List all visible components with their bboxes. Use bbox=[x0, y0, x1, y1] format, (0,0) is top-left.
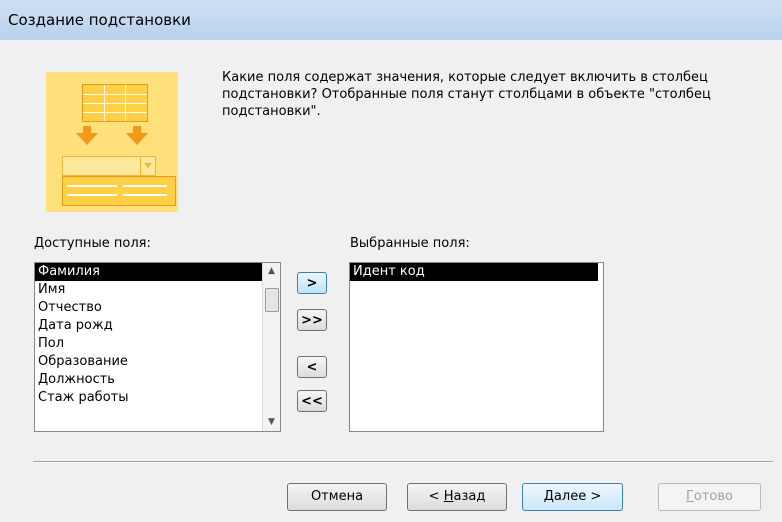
dropdown-list-icon bbox=[62, 176, 176, 206]
available-field-item[interactable]: Отчество bbox=[35, 299, 262, 317]
cancel-button-label: Отмена bbox=[310, 489, 364, 504]
add-all-fields-button[interactable]: >> bbox=[297, 309, 327, 331]
selected-fields-label: Выбранные поля: bbox=[350, 236, 470, 251]
scroll-thumb[interactable] bbox=[265, 288, 279, 312]
finish-button: Готово bbox=[658, 483, 761, 511]
window-title: Создание подстановки bbox=[8, 11, 191, 29]
table-grid-icon bbox=[82, 84, 148, 122]
combo-box-icon bbox=[62, 156, 156, 176]
finish-button-accelerator: Г bbox=[685, 489, 694, 504]
footer-separator bbox=[33, 461, 773, 463]
selected-fields-list[interactable]: Идент код bbox=[349, 262, 604, 432]
remove-all-fields-button[interactable]: << bbox=[297, 390, 327, 412]
add-field-button[interactable]: > bbox=[297, 272, 327, 294]
available-field-item[interactable]: Должность bbox=[35, 371, 262, 389]
available-fields-label: Доступные поля: bbox=[34, 236, 151, 251]
available-field-item[interactable]: Фамилия bbox=[35, 263, 262, 281]
cancel-button[interactable]: Отмена bbox=[287, 483, 387, 511]
remove-field-button[interactable]: < bbox=[297, 356, 327, 378]
next-button-accelerator: Д bbox=[543, 489, 554, 504]
available-field-item[interactable]: Стаж работы bbox=[35, 389, 262, 407]
back-button-prefix: < bbox=[428, 489, 444, 504]
next-button-rest: алее > bbox=[553, 489, 602, 504]
lookup-wizard-illustration bbox=[46, 72, 178, 212]
finish-button-rest: отово bbox=[693, 489, 734, 504]
available-field-item[interactable]: Имя bbox=[35, 281, 262, 299]
title-bar[interactable]: Создание подстановки bbox=[0, 0, 782, 40]
available-field-item[interactable]: Пол bbox=[35, 335, 262, 353]
back-button[interactable]: < Назад bbox=[407, 483, 507, 511]
available-fields-scrollbar[interactable]: ▲ ▼ bbox=[262, 263, 280, 431]
available-fields-list[interactable]: Фамилия Имя Отчество Дата рожд Пол Образовани… bbox=[34, 262, 281, 432]
wizard-question: Какие поля содержат значения, которые сл… bbox=[222, 70, 711, 119]
selected-field-item[interactable]: Идент код bbox=[350, 263, 598, 281]
back-button-rest: азад bbox=[453, 489, 486, 504]
available-field-item[interactable]: Дата рожд bbox=[35, 317, 262, 335]
lookup-wizard-window: Создание подстановки Какие поля содержат… bbox=[0, 0, 782, 522]
scroll-down-arrow-icon[interactable]: ▼ bbox=[263, 414, 280, 431]
down-arrow-icon bbox=[76, 133, 98, 145]
available-field-item[interactable]: Образование bbox=[35, 353, 262, 371]
down-arrow-icon bbox=[126, 133, 148, 145]
next-button[interactable]: Далее > bbox=[522, 483, 623, 511]
scroll-up-arrow-icon[interactable]: ▲ bbox=[263, 263, 280, 280]
